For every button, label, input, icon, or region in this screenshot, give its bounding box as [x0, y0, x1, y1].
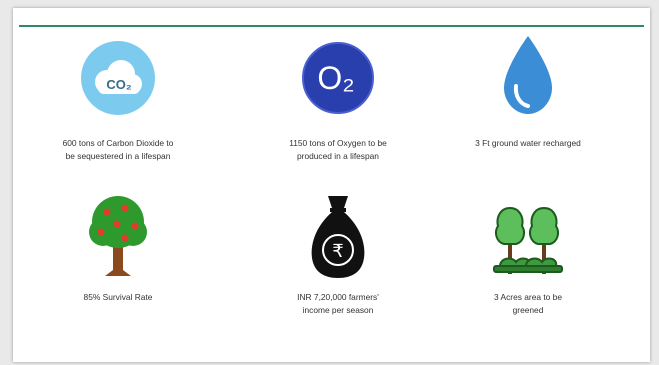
- rupee-money-bag-icon: ₹: [243, 190, 433, 280]
- stat-caption-water: 3 Ft ground water recharged: [475, 138, 581, 148]
- co2-icon-text: CO₂: [106, 77, 132, 92]
- stat-area: 3 Acres area to be greened: [433, 190, 623, 330]
- stat-caption-survival: 85% Survival Rate: [83, 292, 153, 302]
- stat-caption-o2: 1150 tons of Oxygen to be produced in a …: [289, 138, 387, 161]
- water-drop-icon: [433, 20, 623, 116]
- stat-income: ₹ INR 7,20,000 farmers' income per seaso…: [243, 190, 433, 330]
- stat-o2: O₂ 1150 tons of Oxygen to be produced in…: [243, 20, 433, 161]
- stat-caption-income: INR 7,20,000 farmers' income per season: [297, 292, 379, 315]
- stat-survival: 85% Survival Rate: [23, 190, 213, 330]
- stat-co2: CO₂ 600 tons of Carbon Dioxide to be seq…: [23, 20, 213, 161]
- o2-icon-text: O₂: [317, 60, 354, 96]
- oxygen-icon: O₂: [243, 20, 433, 118]
- stat-water: 3 Ft ground water recharged: [433, 20, 623, 160]
- stat-caption-area: 3 Acres area to be greened: [494, 292, 562, 315]
- forest-trees-icon: [433, 190, 623, 282]
- co2-cloud-icon: CO₂: [23, 20, 213, 118]
- fruit-tree-icon: [23, 190, 213, 278]
- stat-caption-co2: 600 tons of Carbon Dioxide to be sequest…: [62, 138, 174, 161]
- rupee-symbol: ₹: [332, 241, 343, 262]
